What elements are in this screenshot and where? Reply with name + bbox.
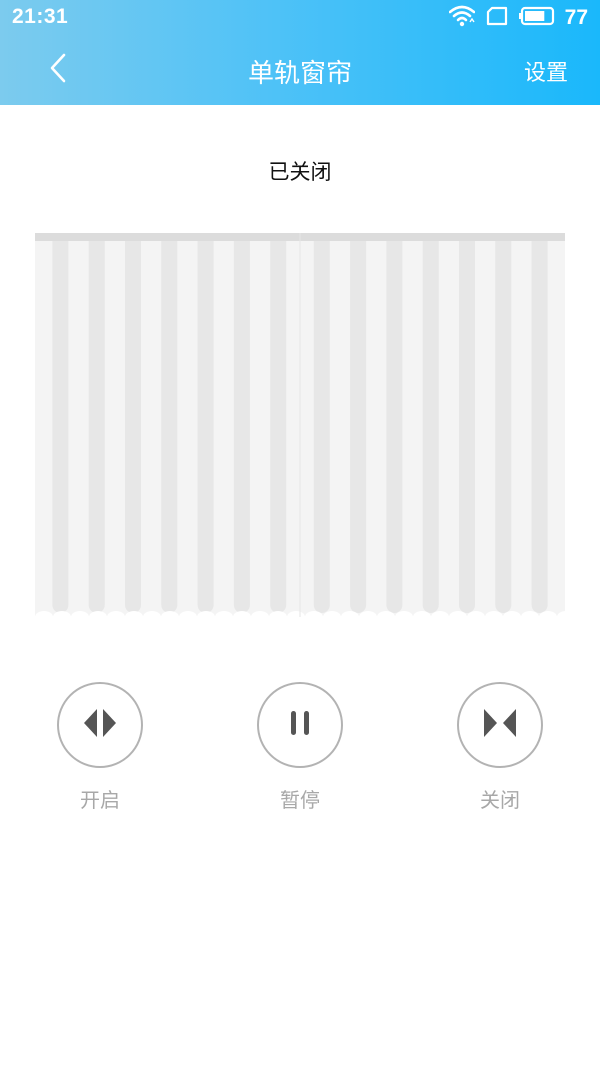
open-button[interactable] [57,682,143,768]
curtain-fold [531,233,548,613]
pause-button[interactable] [257,682,343,768]
curtain-illustration [35,233,575,623]
close-control: 关闭 [440,682,560,813]
nav-bar: 单轨窗帘 设置 [0,36,600,105]
pause-control: 暂停 [240,682,360,813]
pause-icon [288,709,312,741]
curtain-fold [125,233,141,613]
curtain-fold [459,233,475,613]
header: 21:31 77 单轨窗帘 设置 [0,0,600,105]
battery-icon [518,6,555,30]
curtain-state-text: 已关闭 [268,160,332,184]
wifi-icon [448,5,475,31]
status-time: 21:31 [12,5,69,28]
curtain-fold [386,233,403,613]
curtain-fold [495,233,512,613]
close-arrows-icon [480,707,520,743]
battery-percent: 77 [564,6,588,29]
curtain-fold [197,233,214,613]
curtain-fold [233,233,250,613]
curtain-fold [88,233,105,613]
status-icons: 77 [448,5,588,31]
curtain-control-screen: 21:31 77 单轨窗帘 设置 已关闭 开启 暂停 关闭 [0,0,600,1067]
page-title: 单轨窗帘 [247,59,352,89]
settings-button[interactable]: 设置 [524,55,568,87]
open-label: 开启 [80,788,120,812]
curtain-fold [313,233,330,613]
pause-label: 暂停 [280,788,320,812]
close-button[interactable] [457,682,543,768]
sim-card-icon [485,6,509,30]
curtain-fold [52,233,69,613]
curtain-fold [350,233,367,613]
curtain-visual [35,233,575,623]
curtain-fold [270,233,287,613]
status-bar: 21:31 77 [0,0,600,36]
curtain-fold [161,233,178,613]
open-arrows-icon [80,707,120,743]
open-control: 开启 [40,682,160,813]
close-label: 关闭 [480,788,520,812]
curtain-fold [422,233,439,613]
